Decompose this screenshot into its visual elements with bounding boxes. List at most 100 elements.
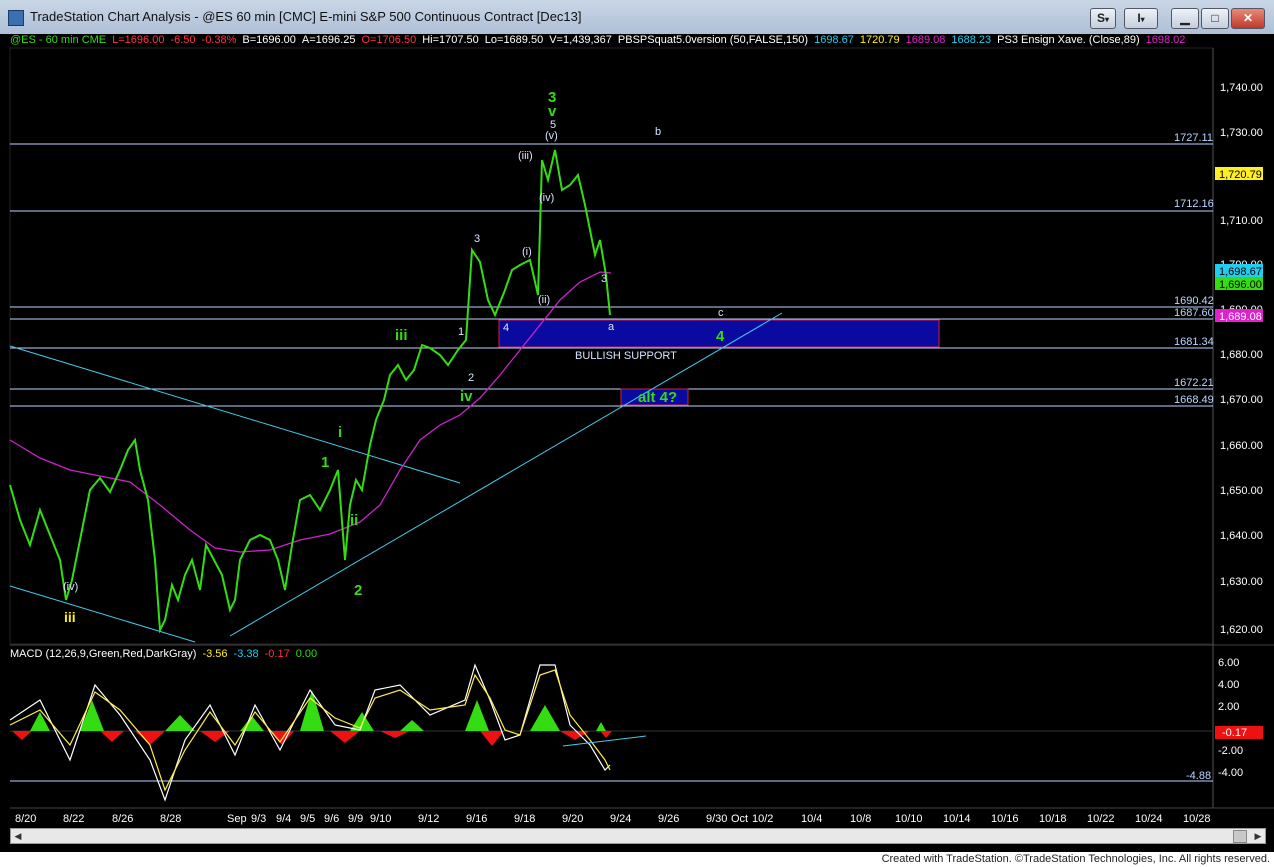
wave-label-v-green: v [548, 103, 557, 120]
moving-average-line [9, 271, 612, 553]
status-line: @ES - 60 min CME L=1696.00 -6.50 -0.38% B=16… [10, 34, 1191, 46]
price-tick: 1,740.00 [1220, 82, 1263, 94]
i-button[interactable]: I▾ [1124, 8, 1158, 29]
price-tags: 1,720.79 1,698.67 1,696.00 1,689.08 [1215, 167, 1263, 323]
price-tick: 1,630.00 [1220, 576, 1263, 588]
macd-tick: -4.00 [1218, 767, 1243, 779]
wave-label-b: b [655, 126, 661, 138]
tag-1720-text: 1,720.79 [1219, 169, 1262, 181]
macd-status-line: MACD (12,26,9,Green,Red,DarkGray) -3.56 -3… [10, 648, 323, 660]
wave-label-iv-green: iv [460, 388, 473, 405]
status-ind-value: 1688.23 [951, 34, 992, 46]
wave-label-iv-paren: (iv) [539, 192, 554, 204]
tag-1689-text: 1,689.08 [1219, 311, 1262, 323]
macd-tick: 2.00 [1218, 701, 1239, 713]
date-tick: 9/6 [324, 813, 339, 825]
date-tick: 9/30 [706, 813, 727, 825]
status-ind-value: 1720.79 [859, 34, 900, 46]
date-tick: 9/20 [562, 813, 583, 825]
scroll-left-icon[interactable]: ◀ [11, 829, 25, 843]
maximize-icon: □ [1211, 11, 1219, 25]
maximize-button[interactable]: □ [1201, 8, 1229, 29]
wave-label-a: a [608, 321, 615, 333]
trendline-lower-down [9, 585, 196, 643]
price-series [9, 149, 611, 634]
macd-tag-text: -0.17 [1222, 727, 1247, 739]
date-tick: 9/10 [370, 813, 391, 825]
level-label: 1668.49 [1174, 394, 1214, 406]
price-tick: 1,650.00 [1220, 485, 1263, 497]
macd-histogram [12, 690, 612, 746]
horizontal-scrollbar[interactable]: ◀ ▶ [10, 828, 1266, 844]
wave-label-iii-yellow: iii [64, 609, 76, 625]
wave-label-i-paren: (i) [522, 246, 532, 258]
level-label: 1687.60 [1174, 307, 1214, 319]
date-tick: Oct [731, 813, 748, 825]
wave-label-4-small: 4 [503, 322, 509, 334]
macd-label: MACD (12,26,9,Green,Red,DarkGray) [10, 648, 197, 660]
status-symbol: @ES - 60 min CME [10, 34, 107, 46]
wave-label-1-small: 1 [458, 326, 464, 338]
macd-axis: 6.00 4.00 2.00 -2.00 -4.00 [1218, 657, 1243, 779]
trendline-upper-down [9, 345, 461, 484]
status-open: O=1706.50 [361, 34, 417, 46]
macd-value: -3.56 [202, 648, 228, 660]
wave-label-ii-green: ii [350, 512, 358, 529]
date-tick: 8/22 [63, 813, 84, 825]
level-labels: 1727.11 1712.16 1690.42 1687.60 1681.34 … [1174, 132, 1214, 406]
scrollbar-thumb[interactable] [1233, 830, 1247, 843]
date-tick: 9/5 [300, 813, 315, 825]
status-ensign: PS3 Ensign Xave. (Close,89) [997, 34, 1140, 46]
wave-label-3b: 3 [601, 273, 607, 285]
status-indicator: PBSPSquat5.0version (50,FALSE,150) [617, 34, 809, 46]
date-tick: 10/4 [801, 813, 822, 825]
wave-label-c: c [718, 307, 724, 319]
status-ensign-value: 1698.02 [1145, 34, 1186, 46]
level-label: 1672.21 [1174, 377, 1214, 389]
date-tick: 9/26 [658, 813, 679, 825]
minimize-icon: ▁ [1180, 11, 1190, 25]
price-tick: 1,730.00 [1220, 127, 1263, 139]
macd-value: -3.38 [233, 648, 259, 660]
tag-1696-text: 1,696.00 [1219, 279, 1262, 291]
chevron-down-icon: ▾ [1140, 15, 1145, 24]
wave-label-2-green: 2 [354, 582, 362, 599]
scroll-right-icon[interactable]: ▶ [1251, 829, 1265, 843]
wave-label-3-small: 3 [474, 233, 480, 245]
minimize-button[interactable]: ▁ [1171, 8, 1199, 29]
macd-level-label: -4.88 [1186, 770, 1211, 782]
date-tick: 10/2 [752, 813, 773, 825]
date-tick: 9/18 [514, 813, 535, 825]
price-axis: 1,740.00 1,730.00 1,710.00 1,700.00 1,69… [1220, 82, 1263, 636]
date-tick: Sep [227, 813, 247, 825]
price-tick: 1,640.00 [1220, 530, 1263, 542]
tag-1698-text: 1,698.67 [1219, 266, 1262, 278]
status-bid: B=1696.00 [242, 34, 296, 46]
date-tick: 9/9 [348, 813, 363, 825]
level-label: 1712.16 [1174, 198, 1214, 210]
wave-label-1-green: 1 [321, 454, 329, 471]
wave-label-4-green: 4 [716, 328, 725, 345]
date-tick: 10/18 [1039, 813, 1067, 825]
date-tick: 10/22 [1087, 813, 1115, 825]
close-button[interactable]: ✕ [1231, 8, 1265, 29]
date-tick: 8/26 [112, 813, 133, 825]
macd-tick: 6.00 [1218, 657, 1239, 669]
bullish-support-label: BULLISH SUPPORT [575, 350, 677, 362]
trendline-rising [229, 312, 783, 637]
date-tick: 10/24 [1135, 813, 1163, 825]
date-tick: 8/28 [160, 813, 181, 825]
date-tick: 10/14 [943, 813, 971, 825]
macd-value: -0.17 [264, 648, 290, 660]
status-hi: Hi=1707.50 [422, 34, 479, 46]
s-button[interactable]: S▾ [1090, 8, 1116, 29]
s-button-label: S [1096, 11, 1105, 25]
date-tick: 10/16 [991, 813, 1019, 825]
wave-label-v-paren: (v) [545, 130, 558, 142]
level-label: 1690.42 [1174, 295, 1214, 307]
status-lo: Lo=1689.50 [484, 34, 544, 46]
price-tick: 1,620.00 [1220, 624, 1263, 636]
status-pct: -0.38% [201, 34, 237, 46]
chart-area[interactable]: 1,740.00 1,730.00 1,710.00 1,700.00 1,69… [0, 34, 1274, 852]
alt4-label: alt 4? [638, 389, 677, 406]
